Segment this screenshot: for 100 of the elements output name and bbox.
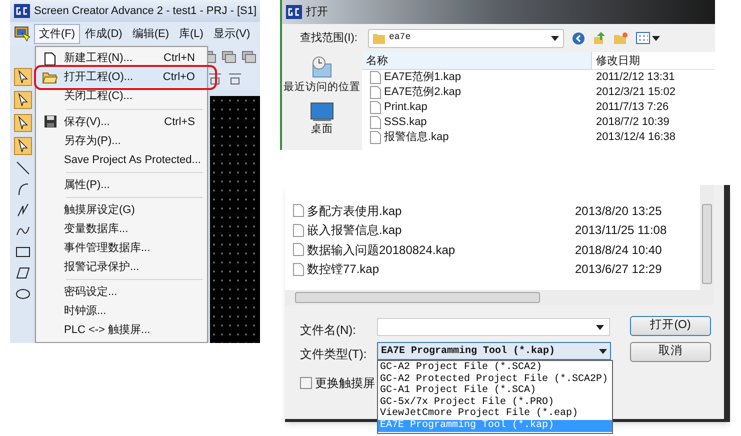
look-in-dropdown[interactable]: ea7e — [368, 28, 564, 48]
menu-item[interactable]: 显示(V) — [208, 24, 256, 44]
caret-icon — [599, 348, 607, 354]
look-in-label: 查找范围(I): — [300, 30, 358, 46]
cancel-button[interactable]: 取消 — [630, 342, 711, 362]
menu-item[interactable]: 保存(V)... Ctrl+S — [36, 112, 207, 132]
file-name[interactable]: EA7E范例1.kap — [384, 69, 462, 86]
file-name[interactable]: 嵌入报警信息.kap — [307, 221, 402, 240]
file-icon — [293, 204, 304, 218]
menu-item[interactable]: 报警记录保护... — [36, 258, 207, 277]
folder-icon — [373, 32, 385, 44]
file-icon — [370, 71, 381, 84]
file-name[interactable]: 多配方表使用.kap — [307, 202, 402, 220]
modified-date: 2013/11/25 11:08 — [575, 222, 667, 240]
file-type-label: 文件类型(T): — [300, 346, 367, 363]
back-icon[interactable] — [572, 32, 585, 44]
app-logo-icon — [14, 4, 30, 18]
checkbox-label: 更换触摸屏 — [315, 375, 375, 392]
menu-item[interactable]: 新建工程(N)... Ctrl+N — [36, 49, 207, 68]
file-name[interactable]: EA7E范例2.kap — [384, 84, 462, 101]
file-icon — [370, 116, 381, 129]
toolbar-icon[interactable] — [242, 51, 256, 63]
file-icon — [370, 86, 381, 99]
modified-date: 2018/8/24 10:40 — [575, 242, 662, 259]
align-icon[interactable] — [228, 72, 242, 86]
modified-date: 2013/6/27 12:29 — [575, 261, 662, 278]
file-name[interactable]: SSS.kap — [384, 114, 427, 131]
new-folder-icon[interactable] — [614, 32, 628, 44]
file-icon — [370, 101, 381, 114]
file-name[interactable]: 数控镗77.kap — [307, 260, 380, 278]
file-name[interactable]: 报警信息.kap — [384, 129, 449, 146]
menu-item[interactable]: 作成(D) — [80, 24, 128, 44]
menu-item[interactable]: 打开工程(O)... Ctrl+O — [36, 68, 207, 87]
file-name-label: 文件名(N): — [300, 322, 356, 339]
menu-item[interactable]: Save Project As Protected... — [36, 150, 207, 170]
select-tool-icon[interactable] — [14, 91, 32, 109]
up-folder-icon[interactable] — [593, 32, 606, 44]
file-icon — [370, 131, 381, 144]
folder-icon — [42, 71, 58, 84]
column-header[interactable]: 修改日期 — [592, 52, 715, 70]
parallelogram-tool-icon[interactable] — [14, 265, 30, 281]
caret-icon — [596, 324, 604, 330]
file-name[interactable]: Print.kap — [384, 99, 428, 116]
caret-icon — [551, 36, 559, 40]
places-item[interactable]: 桌面 — [310, 102, 334, 138]
menu-item[interactable]: 时钟源... — [36, 302, 207, 321]
new-file-icon — [44, 52, 56, 66]
vertical-scrollbar[interactable] — [700, 185, 714, 290]
menu-item[interactable]: 另存为(P)... — [36, 131, 207, 150]
open-button[interactable]: 打开(O) — [630, 316, 711, 336]
line-tool-icon[interactable] — [14, 160, 30, 176]
menu-item[interactable]: 编辑(E) — [127, 24, 174, 44]
modified-date: 2012/3/21 15:02 — [595, 85, 677, 100]
file-name-input[interactable] — [377, 318, 610, 336]
file-icon — [293, 262, 304, 276]
pointer-tool-icon[interactable] — [14, 68, 32, 86]
file-icon — [293, 243, 304, 256]
app-logo-icon — [286, 5, 302, 19]
ellipse-tool-icon[interactable] — [14, 286, 30, 302]
file-type-option[interactable]: ViewJetCmore Project File (*.eap) — [378, 408, 612, 420]
menu-item[interactable]: PLC <-> 触摸屏... — [36, 321, 207, 340]
file-type-option[interactable]: GC-A2 Project File (*.SCA2) — [378, 362, 612, 374]
file-type-option[interactable]: GC-A1 Project File (*.SCA) — [378, 385, 612, 397]
menu-item[interactable]: 事件管理数据库... — [36, 238, 207, 258]
menu-item[interactable]: 触摸屏设定(G) — [36, 200, 207, 220]
menu-item[interactable]: 密码设定... — [36, 283, 207, 302]
menu-item[interactable]: 关闭工程(C)... — [36, 87, 207, 106]
desktop-icon — [310, 102, 334, 122]
modified-date: 2011/2/12 13:31 — [595, 70, 676, 86]
recent-places-icon — [310, 56, 334, 80]
toolbar-icon[interactable] — [222, 51, 236, 63]
modified-date: 2011/7/13 7:26 — [595, 100, 670, 116]
column-header[interactable]: 名称 — [362, 52, 592, 70]
file-icon — [293, 224, 304, 237]
menu-item[interactable]: 属性(P)... — [36, 176, 207, 194]
caret-icon — [652, 36, 660, 40]
modified-date: 2018/7/2 10:39 — [595, 115, 670, 130]
modified-date: 2013/12/4 16:38 — [595, 130, 677, 146]
file-name[interactable]: 数据输入问题20180824.kap — [307, 240, 456, 259]
file-type-option[interactable]: GC-A2 Protected Project File (*.SCA2P) — [378, 374, 612, 386]
checkbox[interactable] — [300, 377, 312, 389]
save-icon — [44, 115, 56, 128]
file-type-dropdown[interactable]: EA7E Programming Tool (*.kap) — [377, 342, 611, 360]
menu-item[interactable]: 文件(F) — [34, 24, 80, 44]
grid-view-icon — [636, 32, 650, 44]
menu-item[interactable]: 库(L) — [174, 24, 208, 44]
align-icon[interactable] — [208, 72, 222, 86]
select-tool-icon[interactable] — [14, 137, 32, 155]
view-menu-button[interactable] — [636, 32, 660, 44]
select-tool-icon[interactable] — [14, 114, 32, 132]
window-title: Screen Creator Advance 2 - test1 - PRJ - [S1] — [34, 4, 257, 19]
polyline-tool-icon[interactable] — [14, 202, 30, 218]
places-item[interactable]: 最近访问的位置 — [284, 56, 360, 96]
modified-date: 2013/8/20 13:25 — [575, 202, 662, 220]
menu-item[interactable]: 变量数据库... — [36, 220, 207, 239]
file-type-option[interactable]: GC-5x/7x Project File (*.PRO) — [378, 396, 612, 408]
horizontal-scrollbar[interactable] — [285, 290, 714, 305]
window-title: 打开 — [306, 4, 328, 20]
rectangle-tool-icon[interactable] — [14, 244, 30, 260]
screen-cursor-icon[interactable] — [14, 26, 30, 42]
